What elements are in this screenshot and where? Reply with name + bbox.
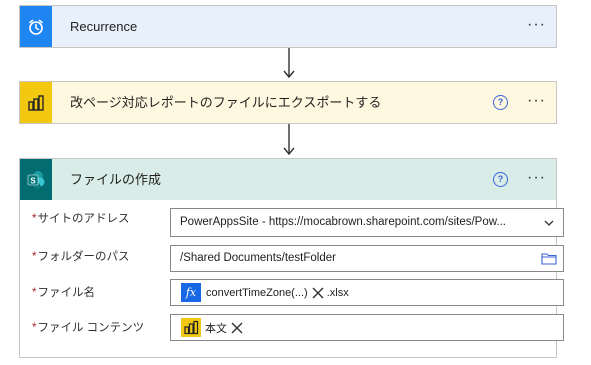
site-address-label-text: サイトのアドレス bbox=[37, 213, 130, 225]
required-mark: * bbox=[32, 322, 37, 334]
required-mark: * bbox=[32, 287, 37, 299]
recurrence-more-options-button[interactable]: ··· bbox=[527, 6, 546, 47]
create-file-step-title: ファイルの作成 bbox=[70, 172, 162, 187]
create-file-step-card[interactable]: S ファイルの作成 ? ··· *サイトのアドレス PowerAppsSite … bbox=[19, 158, 564, 358]
body-token-label: 本文 bbox=[205, 322, 227, 335]
remove-token-icon[interactable] bbox=[312, 287, 324, 299]
folder-icon[interactable] bbox=[541, 252, 557, 265]
svg-text:S: S bbox=[30, 176, 36, 185]
fx-icon: fx bbox=[181, 283, 201, 302]
help-icon[interactable]: ? bbox=[493, 172, 508, 187]
file-name-input[interactable]: fx convertTimeZone(...) .xlsx bbox=[170, 279, 564, 306]
body-token[interactable]: 本文 bbox=[181, 318, 243, 337]
create-file-step-header[interactable]: S ファイルの作成 ? ··· bbox=[20, 159, 556, 200]
folder-path-label-text: フォルダーのパス bbox=[37, 251, 130, 263]
folder-path-value: /Shared Documents/testFolder bbox=[180, 252, 336, 264]
alarm-clock-icon bbox=[20, 6, 52, 47]
required-mark: * bbox=[32, 251, 37, 263]
file-name-label: *ファイル名 bbox=[32, 284, 95, 300]
site-address-dropdown[interactable]: PowerAppsSite - https://mocabrown.sharep… bbox=[170, 208, 564, 237]
site-address-label: *サイトのアドレス bbox=[32, 210, 129, 226]
file-name-label-text: ファイル名 bbox=[37, 287, 95, 299]
file-content-label: *ファイル コンテンツ bbox=[32, 319, 144, 335]
export-report-step-card[interactable]: 改ページ対応レポートのファイルにエクスポートする ? ··· bbox=[19, 81, 557, 124]
export-report-step-title: 改ページ対応レポートのファイルにエクスポートする bbox=[70, 95, 382, 110]
recurrence-step-card[interactable]: Recurrence ··· bbox=[19, 5, 557, 48]
remove-token-icon[interactable] bbox=[231, 322, 243, 334]
sharepoint-icon: S bbox=[20, 159, 52, 200]
site-address-value: PowerAppsSite - https://mocabrown.sharep… bbox=[180, 216, 506, 228]
expression-token-label: convertTimeZone(...) bbox=[206, 286, 308, 299]
folder-path-input[interactable]: /Shared Documents/testFolder bbox=[170, 245, 564, 272]
chevron-down-icon[interactable] bbox=[543, 217, 555, 229]
export-report-more-options-button[interactable]: ··· bbox=[527, 82, 546, 123]
file-extension-text: .xlsx bbox=[326, 286, 349, 299]
connector-arrow bbox=[283, 124, 295, 156]
expression-token[interactable]: fx convertTimeZone(...) .xlsx bbox=[181, 283, 349, 302]
recurrence-step-header[interactable]: Recurrence ··· bbox=[20, 6, 556, 47]
file-content-label-text: ファイル コンテンツ bbox=[37, 322, 145, 334]
folder-path-label: *フォルダーのパス bbox=[32, 248, 129, 264]
connector-arrow bbox=[283, 48, 295, 79]
create-file-more-options-button[interactable]: ··· bbox=[527, 159, 546, 200]
power-bi-icon bbox=[20, 82, 52, 123]
power-bi-icon bbox=[181, 318, 201, 337]
export-report-step-header[interactable]: 改ページ対応レポートのファイルにエクスポートする ? ··· bbox=[20, 82, 556, 123]
recurrence-step-title: Recurrence bbox=[70, 19, 138, 34]
required-mark: * bbox=[32, 213, 37, 225]
file-content-input[interactable]: 本文 bbox=[170, 314, 564, 341]
help-icon[interactable]: ? bbox=[493, 95, 508, 110]
